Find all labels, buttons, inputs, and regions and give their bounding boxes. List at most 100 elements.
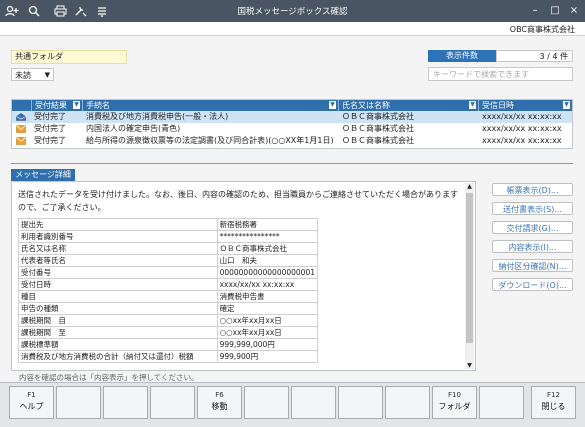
count-value: 3 / 4 件 [496,50,573,62]
table-row: 代表者等氏名 山口 和夫 [18,254,319,267]
row-name: ＯＢＣ商事株式会社 [342,136,414,145]
fkey-number: F12 [547,391,560,399]
detail-value: xxxx/xx/xx xx:xx:xx [216,278,319,291]
detail-value: 999,999,000円 [216,338,319,351]
f1-help-button[interactable]: F1 ヘルプ [9,386,54,419]
payment-category-button[interactable]: 納付区分確認(N)... [492,259,573,272]
issue-request-button[interactable]: 交付請求(G)... [492,221,573,234]
scroll-down-icon[interactable]: ▼ [465,362,474,369]
header-procedure[interactable]: 手続名 ▼ [83,100,339,111]
row-status: 受付完了 [34,136,66,145]
chevron-down-icon: ▼ [44,71,50,79]
dropdown-icon[interactable]: ▼ [329,101,336,109]
download-button[interactable]: ダウンロード(O)... [492,278,573,291]
detail-value: 確定 [216,302,319,315]
f5-button[interactable]: F6 移動 [197,386,242,419]
content-view-button[interactable]: 内容表示(I)... [492,240,573,253]
folder-name: 共通フォルダ [11,50,127,64]
row-name: ＯＢＣ商事株式会社 [342,112,414,121]
cover-letter-view-button[interactable]: 送付書表示(S)... [492,202,573,215]
fkey-label: ヘルプ [19,402,44,411]
message-text: 送信されたデータを受け付けました。なお、後日、内容の確認のため、担当職員からご連… [18,190,458,212]
fkey-number: F6 [215,391,224,399]
table-row: 種目 消費税申告書 [18,290,319,303]
title-bar: 国税メッセージボックス確認 – □ × [0,0,585,22]
detail-key: 代表者等氏名 [18,254,218,267]
close-icon[interactable]: × [566,3,582,19]
mail-icon [16,137,26,149]
table-row: 消費税及び地方消費税の合計（納付又は還付）税額 999,900円 [18,350,319,363]
detail-value: ＯＢＣ商事株式会社 [216,242,319,255]
table-row: 申告の種類 確定 [18,302,319,315]
detail-value: 山口 和夫 [216,254,319,267]
table-row: 課税期間 至 ○○xx年xx月xx日 [18,326,319,339]
read-filter-value: 未読 [15,71,31,80]
detail-key: 課税標準額 [18,338,218,351]
detail-scrollbar[interactable]: ▲ ▼ [465,183,474,369]
detail-key: 氏名又は名称 [18,242,218,255]
detail-value: **************** [216,230,319,243]
minimize-icon[interactable]: – [527,3,543,19]
table-row: 課税標準額 999,999,000円 [18,338,319,351]
header-status[interactable]: 受付結果 ▼ [32,100,83,111]
company-name: OBC商事株式会社 [509,25,575,34]
message-list: 受付結果 ▼ 手続名 ▼ 氏名又は名称 ▼ 受信日時 ▼ 受付完了 消費税及び地方消費税… [11,99,573,149]
row-date: xxxx/xx/xx xx:xx:xx [482,136,562,145]
list-item[interactable]: 受付完了 給与所得の源泉徴収票等の法定調書(及び同合計表)(○○XX年1月1日)… [12,135,572,147]
dropdown-icon[interactable]: ▼ [469,101,476,109]
header-date-label: 受信日時 [482,101,514,110]
detail-table: 提出先 新宿税務署 利用者識別番号 **************** 氏名又は名称 Ｏ… [18,218,319,363]
header-status-label: 受付結果 [35,101,67,110]
count-label: 表示件数 [428,50,496,62]
header-procedure-label: 手続名 [86,101,110,110]
tab-message-detail[interactable]: メッセージ詳細 [11,169,75,181]
table-row: 課税期間 自 ○○xx年xx月xx日 [18,314,319,327]
detail-value: 00000000000000000001 [216,266,319,279]
f7-button[interactable] [291,386,336,419]
window-title: 国税メッセージボックス確認 [237,7,348,17]
list-item[interactable]: 受付完了 消費税及び地方消費税申告(一般・法人) ＯＢＣ商事株式会社 xxxx/… [12,111,572,123]
f11-button[interactable] [479,386,524,419]
row-procedure: 消費税及び地方消費税申告(一般・法人) [86,112,229,121]
list-header: 受付結果 ▼ 手続名 ▼ 氏名又は名称 ▼ 受信日時 ▼ [12,100,572,111]
f3-button[interactable] [103,386,148,419]
scroll-thumb[interactable] [466,193,473,343]
detail-key: 提出先 [18,218,218,231]
row-status: 受付完了 [34,112,66,121]
scroll-up-icon[interactable]: ▲ [465,183,474,190]
f12-close-button[interactable]: F12 閉じる [531,386,576,419]
fkey-label: 閉じる [541,402,566,411]
row-procedure: 内国法人の確定申告(青色) [86,124,181,133]
table-row: 提出先 新宿税務署 [18,218,319,231]
detail-key: 利用者識別番号 [18,230,218,243]
detail-key: 課税期間 至 [18,326,218,339]
detail-key: 消費税及び地方消費税の合計（納付又は還付）税額 [18,350,218,363]
list-item[interactable]: 受付完了 内国法人の確定申告(青色) ＯＢＣ商事株式会社 xxxx/xx/xx … [12,123,572,135]
f4-button[interactable] [150,386,195,419]
f10-folder-button[interactable]: F10 フォルダ [432,386,477,419]
fkey-label: フォルダ [438,402,471,411]
row-procedure: 給与所得の源泉徴収票等の法定調書(及び同合計表)(○○XX年1月1日) [86,136,334,145]
dropdown-icon[interactable]: ▼ [563,101,570,109]
read-filter-select[interactable]: 未読 ▼ [11,68,54,81]
search-input[interactable] [428,67,573,81]
header-date[interactable]: 受信日時 ▼ [479,100,572,111]
table-row: 受付番号 00000000000000000001 [18,266,319,279]
row-date: xxxx/xx/xx xx:xx:xx [482,124,562,133]
f9-button[interactable] [385,386,430,419]
maximize-icon[interactable]: □ [547,3,563,19]
fkey-label: 移動 [211,402,228,411]
function-key-bar: F1 ヘルプ F6 移動 F10 フォルダ F12 閉じる [0,382,585,427]
f2-button[interactable] [56,386,101,419]
table-row: 氏名又は名称 ＯＢＣ商事株式会社 [18,242,319,255]
fkey-number: F1 [27,391,36,399]
dropdown-icon[interactable]: ▼ [73,101,80,109]
detail-key: 課税期間 自 [18,314,218,327]
f6-move-button[interactable] [244,386,289,419]
f8-button[interactable] [338,386,383,419]
form-view-button[interactable]: 帳票表示(D)... [492,183,573,196]
detail-value: 新宿税務署 [216,218,319,231]
detail-key: 受付日時 [18,278,218,291]
detail-key: 申告の種類 [18,302,218,315]
header-name[interactable]: 氏名又は名称 ▼ [339,100,479,111]
